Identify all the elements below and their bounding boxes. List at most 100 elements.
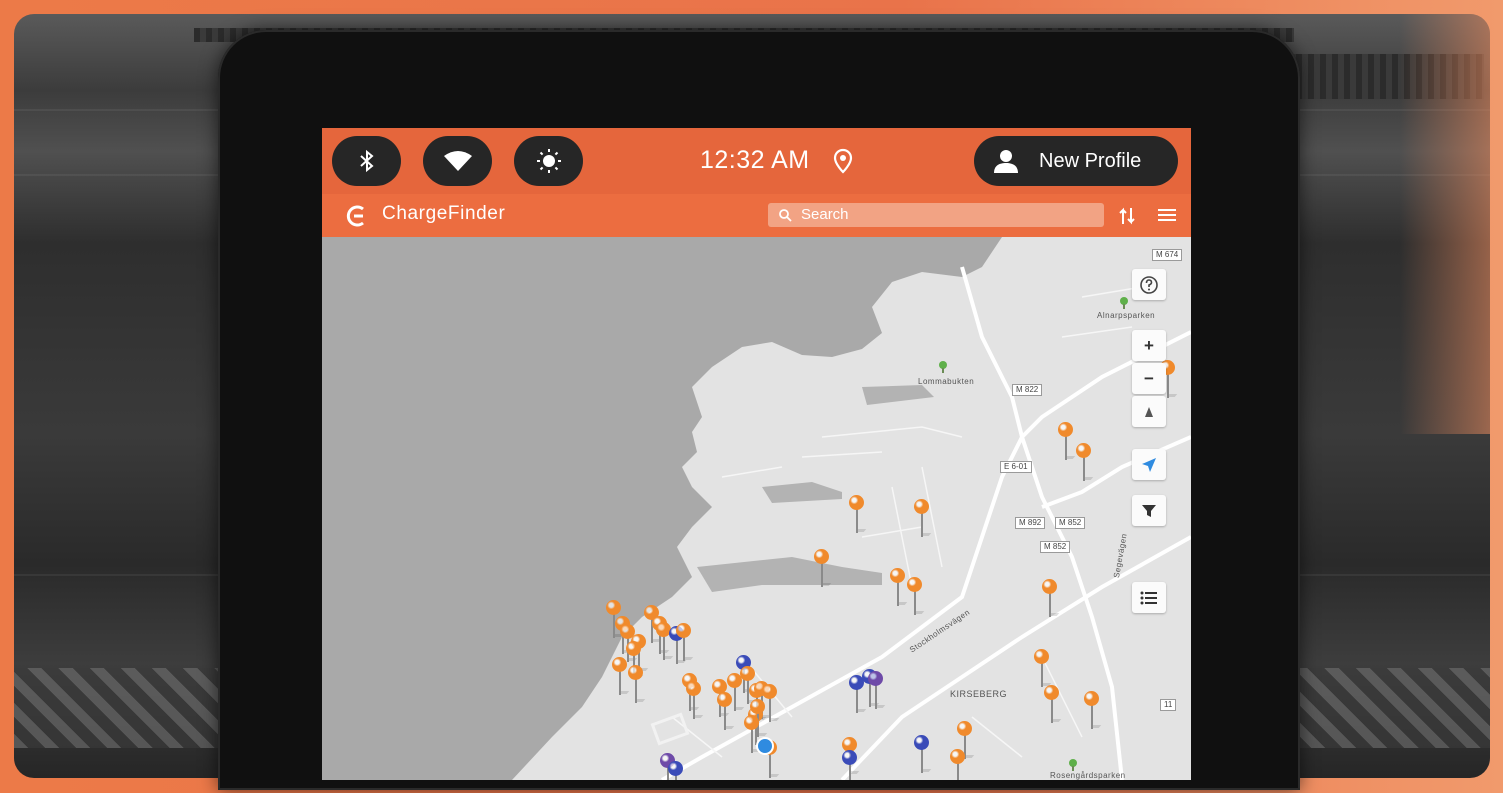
sort-icon[interactable] xyxy=(1118,206,1136,226)
charger-pin[interactable] xyxy=(842,750,858,780)
pin-stem xyxy=(875,685,877,709)
pin-stem xyxy=(921,513,923,537)
pin-stem xyxy=(856,689,858,713)
place-label: Alnarpsparken xyxy=(1097,311,1156,320)
charger-pin[interactable] xyxy=(717,692,735,732)
pin-stem xyxy=(724,706,726,730)
pin-stem xyxy=(1167,374,1169,398)
help-icon xyxy=(1140,275,1158,294)
charger-pin[interactable] xyxy=(612,657,630,697)
charger-pin[interactable] xyxy=(950,749,966,780)
charger-pin[interactable] xyxy=(849,495,867,535)
pin-head xyxy=(868,671,883,686)
pin-head xyxy=(750,699,765,714)
charger-pin[interactable] xyxy=(1034,649,1052,689)
place-label: KIRSEBERG xyxy=(950,689,1008,699)
compass-button[interactable] xyxy=(1132,396,1166,427)
profile-button[interactable]: New Profile xyxy=(974,136,1178,186)
charger-pin[interactable] xyxy=(686,681,704,721)
road-label: M 852 xyxy=(1055,517,1086,529)
charger-pin[interactable] xyxy=(914,735,932,775)
list-icon xyxy=(1140,591,1157,604)
place-label: Lommabukten xyxy=(918,377,975,386)
app-title: ChargeFinder xyxy=(382,203,506,224)
pin-head xyxy=(1058,422,1073,437)
road-label: M 674 xyxy=(1152,249,1183,261)
park-icon xyxy=(1069,759,1077,771)
wifi-button[interactable] xyxy=(423,136,492,186)
zoom-in-button[interactable]: + xyxy=(1132,330,1166,361)
background-frame: 12:32 AM New Profile ChargeFinder Search… xyxy=(0,0,1503,793)
pin-stem xyxy=(619,671,621,695)
charger-pin[interactable] xyxy=(1084,691,1102,731)
pin-head xyxy=(628,665,643,680)
seat-pattern xyxy=(1280,668,1490,748)
road-label: M 822 xyxy=(1012,384,1043,396)
search-icon xyxy=(779,209,792,222)
road-label: M 892 xyxy=(1015,517,1046,529)
map-view[interactable]: M 822 M 674 M 892 E 6-01 M 852 M 852 11 … xyxy=(322,237,1191,780)
charger-pin[interactable] xyxy=(1044,685,1062,725)
pin-stem xyxy=(751,729,753,753)
current-location-dot xyxy=(756,737,774,755)
charger-pin[interactable] xyxy=(1042,579,1060,619)
pin-head xyxy=(1042,579,1057,594)
help-button[interactable] xyxy=(1132,269,1166,300)
pin-stem xyxy=(1065,436,1067,460)
charger-pin[interactable] xyxy=(907,577,925,617)
pin-stem xyxy=(856,509,858,533)
infotainment-screen: 12:32 AM New Profile ChargeFinder Search… xyxy=(322,128,1191,780)
search-input[interactable]: Search xyxy=(768,203,1104,227)
pin-head xyxy=(907,577,922,592)
wifi-icon xyxy=(443,151,472,171)
user-icon xyxy=(994,150,1018,173)
pin-stem xyxy=(914,591,916,615)
pin-head xyxy=(950,749,965,764)
pin-head xyxy=(849,495,864,510)
menu-icon[interactable] xyxy=(1158,208,1176,222)
park-icon xyxy=(1120,297,1128,309)
pin-stem xyxy=(1041,663,1043,687)
search-placeholder: Search xyxy=(801,206,849,223)
filter-button[interactable] xyxy=(1132,495,1166,526)
charger-pin[interactable] xyxy=(668,761,684,780)
pin-head xyxy=(814,549,829,564)
pin-head xyxy=(842,750,857,765)
pin-head xyxy=(612,657,627,672)
pin-stem xyxy=(1091,705,1093,729)
bluetooth-icon xyxy=(359,149,374,173)
navigate-icon xyxy=(1142,457,1156,472)
pin-stem xyxy=(1049,593,1051,617)
charger-pin[interactable] xyxy=(868,671,886,711)
brightness-button[interactable] xyxy=(514,136,583,186)
charger-pin[interactable] xyxy=(676,623,694,663)
pin-head xyxy=(1044,685,1059,700)
pin-stem xyxy=(821,563,823,587)
charger-pin[interactable] xyxy=(1058,422,1076,462)
location-icon[interactable] xyxy=(833,148,853,174)
pin-head xyxy=(1084,691,1099,706)
pin-head xyxy=(626,641,641,656)
pin-stem xyxy=(693,695,695,719)
charger-pin[interactable] xyxy=(814,549,832,589)
charger-pin[interactable] xyxy=(628,665,646,705)
pin-stem xyxy=(635,679,637,703)
zoom-out-button[interactable]: − xyxy=(1132,363,1166,394)
bluetooth-button[interactable] xyxy=(332,136,401,186)
charger-pin[interactable] xyxy=(1076,443,1094,483)
list-button[interactable] xyxy=(1132,582,1166,613)
navigate-button[interactable] xyxy=(1132,449,1166,480)
pin-head xyxy=(957,721,972,736)
charger-pin[interactable] xyxy=(914,499,932,539)
chargefinder-logo-icon xyxy=(346,205,364,227)
status-bar: 12:32 AM New Profile xyxy=(322,128,1191,194)
pin-stem xyxy=(769,698,771,722)
pin-head xyxy=(717,692,732,707)
pin-head xyxy=(890,568,905,583)
zoom-in-icon: + xyxy=(1144,335,1154,355)
pin-head xyxy=(676,623,691,638)
charger-pin[interactable] xyxy=(890,568,908,608)
place-label: Rosengårdsparken xyxy=(1050,771,1126,780)
pin-head xyxy=(1034,649,1049,664)
pin-head xyxy=(914,499,929,514)
